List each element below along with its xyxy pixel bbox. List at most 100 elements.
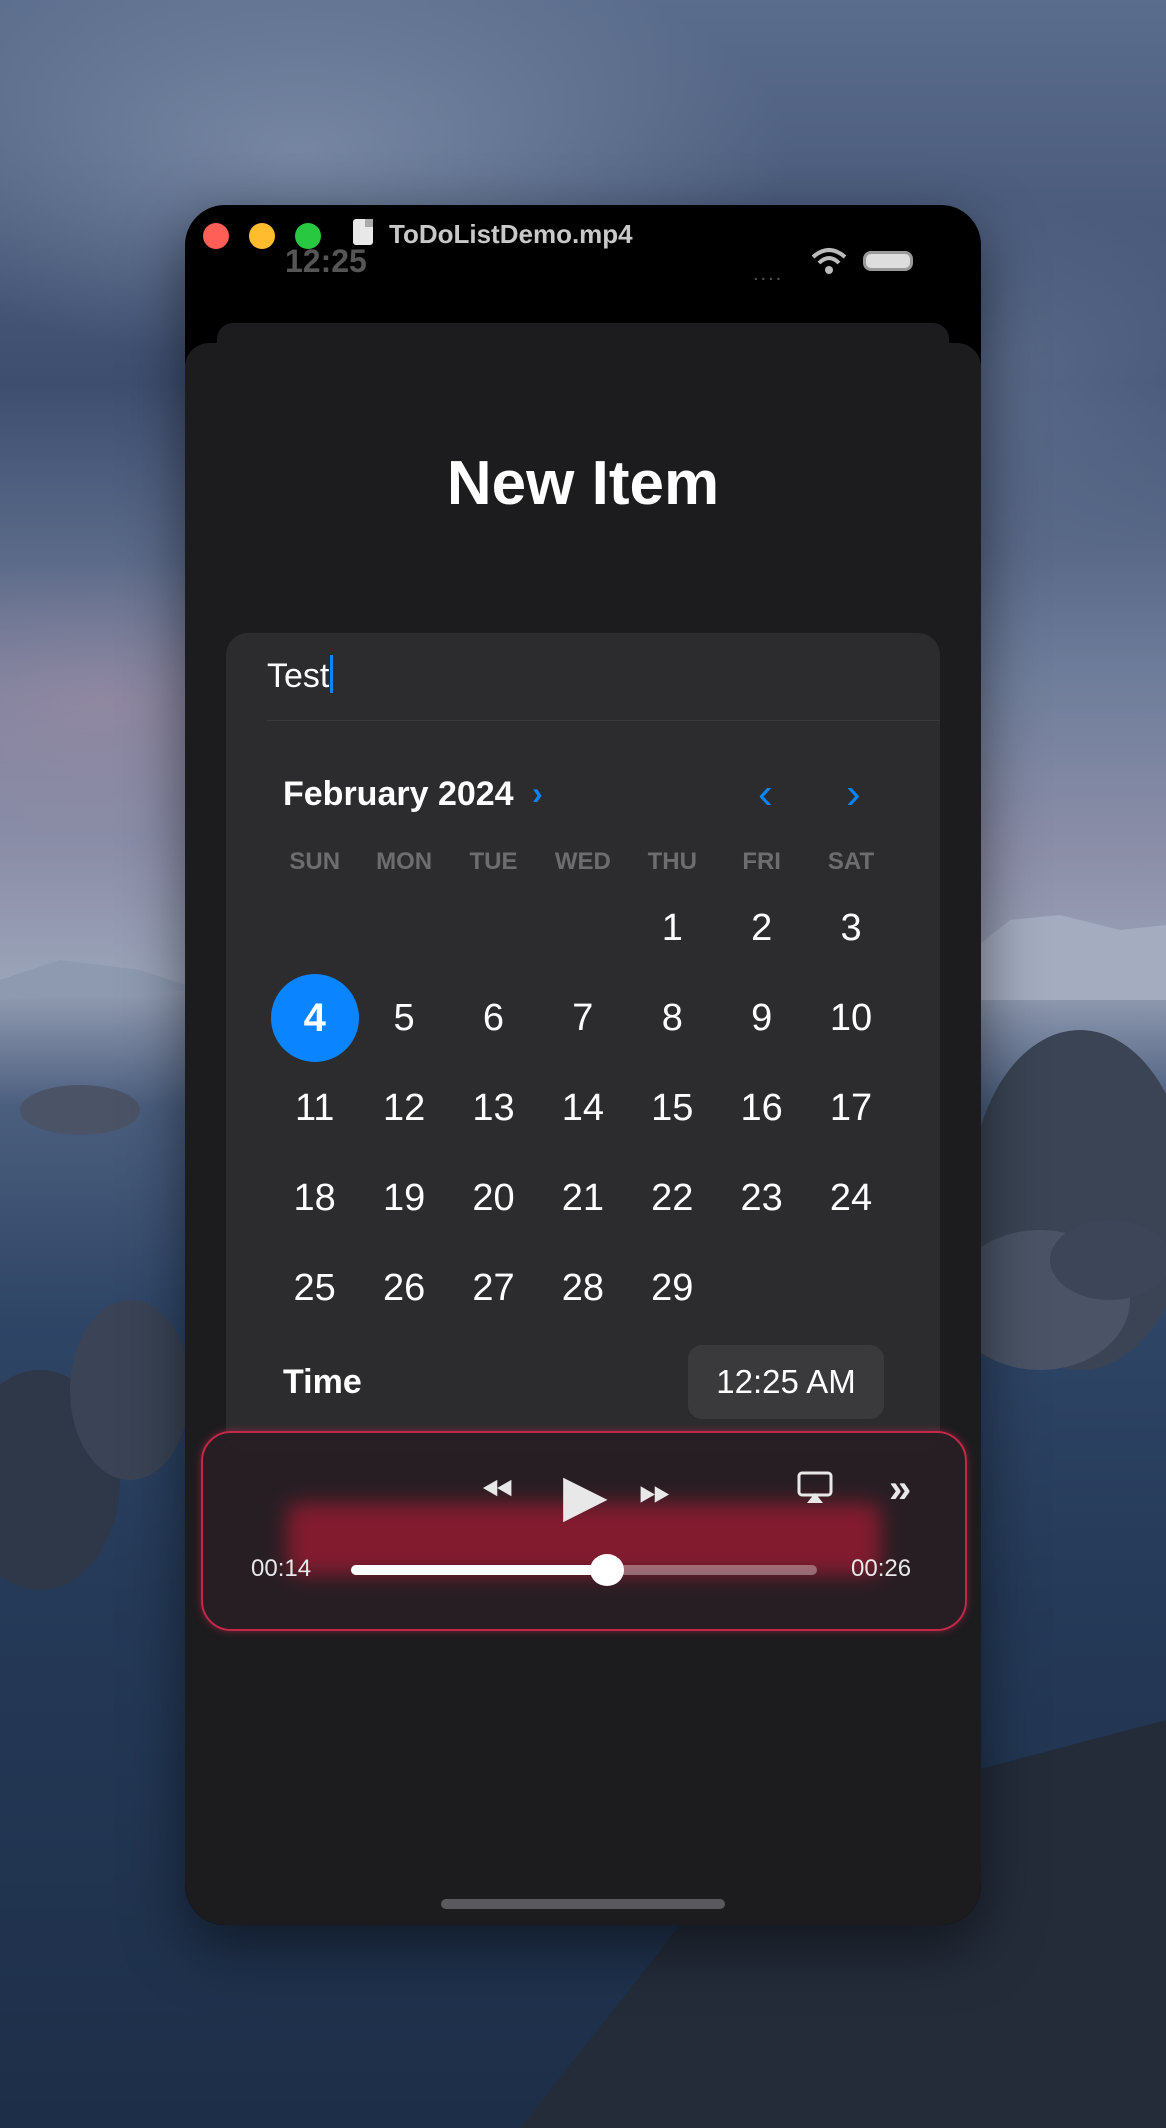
calendar-day-3[interactable]: 3 <box>806 883 895 973</box>
next-month-button[interactable]: › <box>846 769 861 819</box>
elapsed-time: 00:14 <box>251 1555 312 1582</box>
calendar-day-18[interactable]: 18 <box>270 1153 359 1243</box>
calendar-day-22[interactable]: 22 <box>628 1153 717 1243</box>
calendar-day-15[interactable]: 15 <box>628 1063 717 1153</box>
close-button[interactable] <box>203 223 229 249</box>
remaining-time: 00:26 <box>851 1555 912 1582</box>
calendar-day-26[interactable]: 26 <box>359 1243 448 1333</box>
calendar-day-label: 11 <box>294 1086 335 1129</box>
calendar-blank <box>449 883 538 973</box>
divider <box>267 720 940 721</box>
previous-month-button[interactable]: ‹ <box>758 769 773 819</box>
document-icon <box>353 219 373 245</box>
calendar-day-label: 29 <box>651 1266 694 1309</box>
calendar-day-29[interactable]: 29 <box>628 1243 717 1333</box>
calendar-day-label: 4 <box>303 995 326 1040</box>
calendar-day-label: 10 <box>829 996 873 1039</box>
calendar-day-label: 9 <box>751 996 773 1039</box>
page-title: New Item <box>446 449 720 518</box>
calendar-day-24[interactable]: 24 <box>806 1153 895 1243</box>
calendar-day-19[interactable]: 19 <box>359 1153 448 1243</box>
calendar-day-label: 12 <box>382 1086 426 1129</box>
calendar-day-label: 22 <box>651 1176 694 1219</box>
calendar-day-label: 21 <box>561 1176 604 1219</box>
calendar-day-21[interactable]: 21 <box>538 1153 627 1243</box>
calendar-day-7[interactable]: 7 <box>538 973 627 1063</box>
status-time: 12:25 <box>285 243 367 279</box>
scrubber-track[interactable] <box>351 1554 817 1586</box>
text-cursor <box>330 655 334 693</box>
calendar-day-11[interactable]: 11 <box>270 1063 359 1153</box>
calendar-day-6[interactable]: 6 <box>449 973 538 1063</box>
calendar-day-16[interactable]: 16 <box>717 1063 806 1153</box>
calendar-day-9[interactable]: 9 <box>717 973 806 1063</box>
calendar-day-label: 19 <box>382 1176 426 1219</box>
calendar-day-2[interactable]: 2 <box>717 883 806 973</box>
calendar-day-10[interactable]: 10 <box>806 973 895 1063</box>
battery-icon <box>863 251 913 271</box>
calendar-day-label: 7 <box>572 996 594 1039</box>
calendar-day-label: 25 <box>293 1266 336 1309</box>
calendar-day-1[interactable]: 1 <box>628 883 717 973</box>
month-year-button[interactable]: February 2024 <box>283 775 514 814</box>
calendar-day-25[interactable]: 25 <box>270 1243 359 1333</box>
calendar-day-8[interactable]: 8 <box>628 973 717 1063</box>
calendar-day-14[interactable]: 14 <box>538 1063 627 1153</box>
calendar-day-label: 3 <box>840 906 862 949</box>
calendar-day-label: 28 <box>561 1266 604 1309</box>
more-controls-icon[interactable]: » <box>889 1467 911 1512</box>
time-label: Time <box>283 1363 362 1401</box>
title-input[interactable]: Test <box>267 655 334 696</box>
calendar-day-label: 5 <box>393 996 415 1039</box>
wifi-icon <box>811 248 847 274</box>
calendar-blank <box>538 883 627 973</box>
rewind-icon[interactable]: ⏪︎ <box>481 1469 513 1514</box>
new-item-sheet: New Item Test February 2024 › ‹ › SUN MON… <box>185 343 981 1925</box>
calendar-day-label: 18 <box>293 1176 336 1219</box>
calendar-day-27[interactable]: 27 <box>449 1243 538 1333</box>
weekday-mon: MON <box>376 848 433 875</box>
calendar-day-label: 23 <box>740 1176 783 1219</box>
scrubber-thumb[interactable] <box>590 1554 625 1586</box>
calendar-day-label: 24 <box>829 1176 873 1219</box>
weekday-sat: SAT <box>827 848 875 875</box>
calendar-day-17[interactable]: 17 <box>806 1063 895 1153</box>
calendar-day-label: 26 <box>382 1266 426 1309</box>
title-input-value: Test <box>267 657 330 695</box>
calendar-day-label: 13 <box>472 1086 515 1129</box>
video-window: ToDoListDemo.mp4 12:25 .... New Item Tes… <box>185 205 981 1925</box>
calendar-day-23[interactable]: 23 <box>717 1153 806 1243</box>
calendar-day-4[interactable]: 4 <box>270 973 360 1063</box>
calendar-day-5[interactable]: 5 <box>359 973 448 1063</box>
calendar-day-label: 15 <box>651 1086 694 1129</box>
calendar-day-label: 14 <box>561 1086 604 1129</box>
weekday-wed: WED <box>554 848 611 875</box>
calendar-day-label: 2 <box>751 906 773 949</box>
weekday-header: SUN MON TUE WED THU FRI SAT <box>270 848 898 876</box>
fast-forward-icon[interactable]: ⏩︎ <box>639 1469 671 1514</box>
minimize-button[interactable] <box>249 223 275 249</box>
calendar-blank <box>359 883 448 973</box>
calendar-day-label: 16 <box>740 1086 783 1129</box>
airplay-icon[interactable] <box>797 1471 833 1505</box>
calendar-day-20[interactable]: 20 <box>449 1153 538 1243</box>
form-card: Test February 2024 › ‹ › SUN MON TUE WED THU… <box>226 633 940 1453</box>
calendar-day-label: 20 <box>472 1176 515 1219</box>
calendar-day-label: 1 <box>661 906 683 949</box>
chevron-right-icon[interactable]: › <box>532 775 543 812</box>
calendar-day-label: 6 <box>482 996 505 1039</box>
calendar-day-28[interactable]: 28 <box>538 1243 627 1333</box>
calendar-grid: 1 2 3 4 5 6 7 8 9 10 11 12 13 14 15 16 17 18 19 20 21 22 23 24 2… <box>270 883 898 1333</box>
weekday-thu: THU <box>647 848 697 875</box>
time-picker-button[interactable]: 12:25 AM <box>688 1345 884 1419</box>
calendar-day-label: 8 <box>661 996 683 1039</box>
calendar-day-13[interactable]: 13 <box>449 1063 538 1153</box>
weekday-tue: TUE <box>469 848 518 875</box>
calendar-day-12[interactable]: 12 <box>359 1063 448 1153</box>
window-title: ToDoListDemo.mp4 <box>389 219 633 249</box>
scrubber-progress <box>351 1565 608 1575</box>
play-icon[interactable]: ▶︎ <box>563 1461 608 1529</box>
weekday-sun: SUN <box>289 848 341 875</box>
home-indicator <box>441 1899 725 1909</box>
calendar-day-label: 27 <box>472 1266 515 1309</box>
